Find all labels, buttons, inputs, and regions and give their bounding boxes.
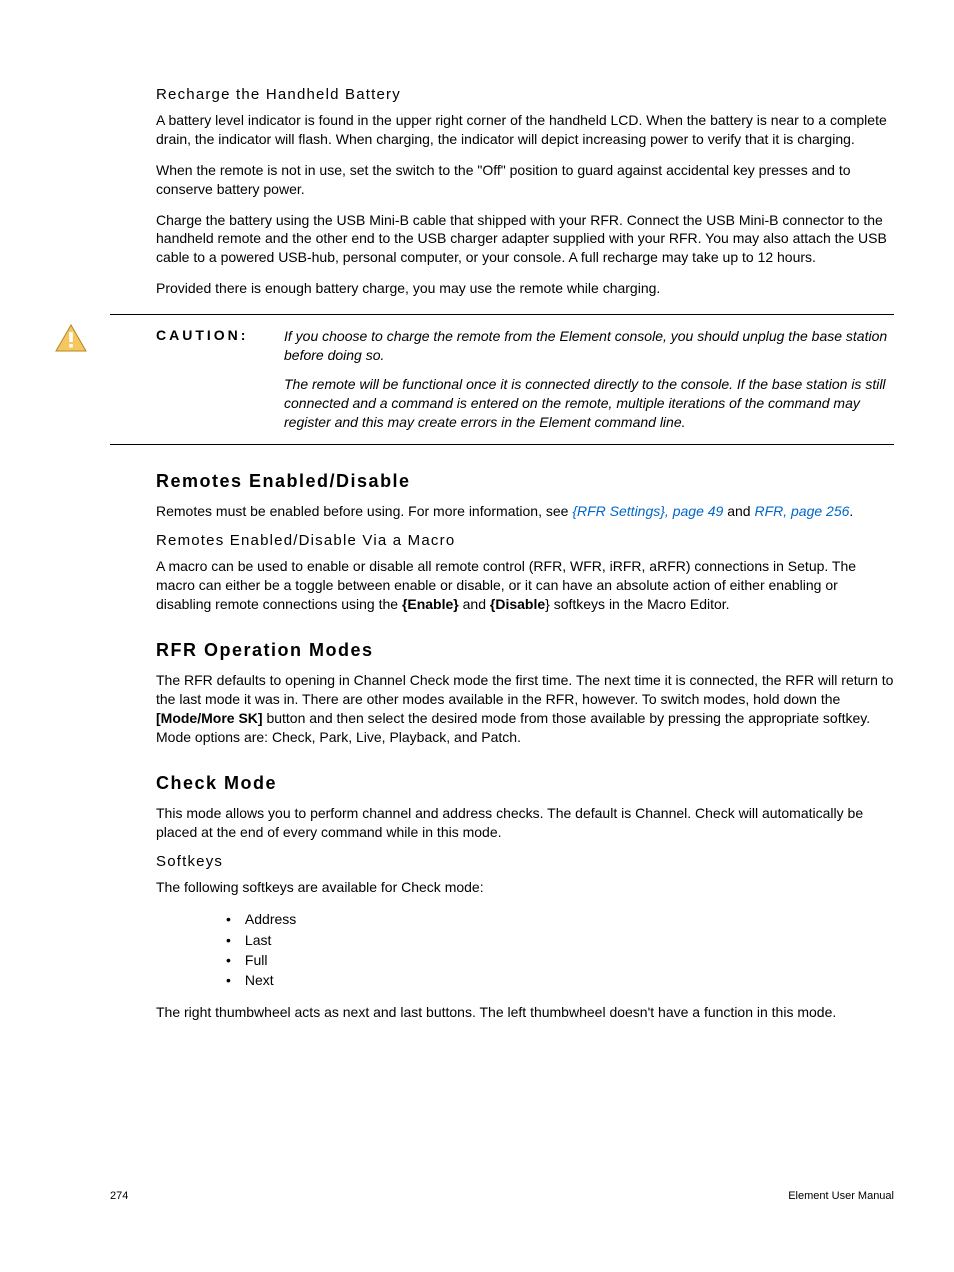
rfr-modes-p: The RFR defaults to opening in Channel C… (156, 671, 894, 747)
softkey-list: Address Last Full Next (226, 909, 894, 990)
recharge-heading: Recharge the Handheld Battery (156, 86, 894, 103)
rfr-page-link[interactable]: RFR, page 256 (754, 503, 849, 519)
text-fragment: The RFR defaults to opening in Channel C… (156, 672, 893, 707)
list-item: Full (226, 950, 894, 970)
check-mode-p3: The right thumbwheel acts as next and la… (156, 1003, 894, 1022)
page-footer: 274 Element User Manual (110, 1190, 894, 1202)
recharge-p2: When the remote is not in use, set the s… (156, 161, 894, 199)
rfr-settings-link[interactable]: {RFR Settings}, page 49 (572, 503, 723, 519)
recharge-p3: Charge the battery using the USB Mini-B … (156, 211, 894, 268)
page-number: 274 (110, 1190, 128, 1202)
remotes-macro-p: A macro can be used to enable or disable… (156, 557, 894, 614)
text-fragment: button and then select the desired mode … (156, 710, 870, 745)
enable-softkey: {Enable} (402, 596, 459, 612)
check-mode-p1: This mode allows you to perform channel … (156, 804, 894, 842)
list-item: Last (226, 930, 894, 950)
remotes-macro-heading: Remotes Enabled/Disable Via a Macro (156, 532, 894, 549)
manual-title: Element User Manual (788, 1190, 894, 1202)
softkeys-heading: Softkeys (156, 853, 894, 870)
caution-block: CAUTION: If you choose to charge the rem… (110, 314, 894, 444)
remotes-enable-heading: Remotes Enabled/Disable (156, 471, 894, 492)
caution-label: CAUTION: (156, 327, 264, 431)
caution-text-2: The remote will be functional once it is… (284, 375, 894, 432)
check-mode-heading: Check Mode (156, 773, 894, 794)
list-item: Address (226, 909, 894, 929)
recharge-p1: A battery level indicator is found in th… (156, 111, 894, 149)
disable-softkey: {Disable (490, 596, 545, 612)
caution-text-1: If you choose to charge the remote from … (284, 327, 894, 365)
text-fragment: and (723, 503, 754, 519)
softkeys-intro: The following softkeys are available for… (156, 878, 894, 897)
caution-icon (54, 323, 88, 353)
text-fragment: and (459, 596, 490, 612)
text-fragment: } softkeys in the Macro Editor. (545, 596, 729, 612)
rfr-modes-heading: RFR Operation Modes (156, 640, 894, 661)
list-item: Next (226, 970, 894, 990)
mode-more-sk-button: [Mode/More SK] (156, 710, 263, 726)
text-fragment: Remotes must be enabled before using. Fo… (156, 503, 572, 519)
text-fragment: . (849, 503, 853, 519)
recharge-p4: Provided there is enough battery charge,… (156, 279, 894, 298)
remotes-enable-p1: Remotes must be enabled before using. Fo… (156, 502, 894, 521)
